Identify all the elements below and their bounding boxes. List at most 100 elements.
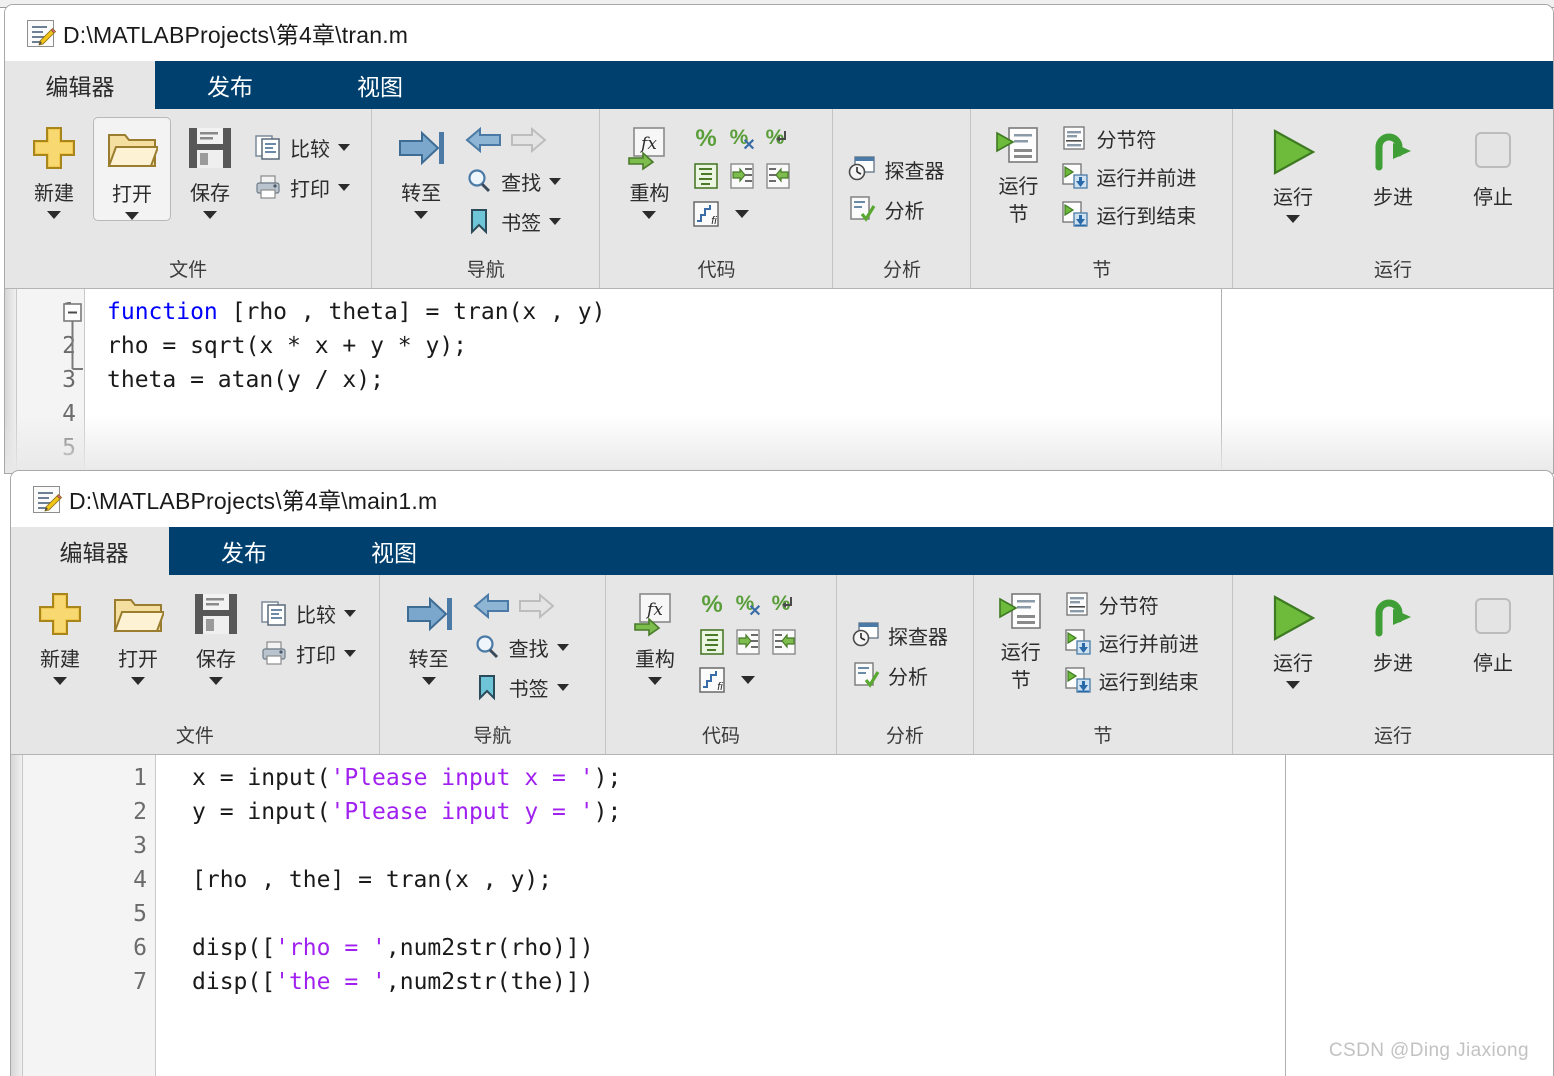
stop-button[interactable]: 停止 bbox=[1443, 587, 1543, 676]
window2-gutter[interactable]: 1 2 3 4 5 6 7 bbox=[23, 755, 156, 1076]
window1-tabstrip[interactable]: 编辑器 发布 视图 bbox=[5, 61, 1553, 109]
refactor-dropdown-caret[interactable] bbox=[642, 211, 657, 219]
tab-editor[interactable]: 编辑器 bbox=[5, 61, 155, 109]
editor-window-tran[interactable]: D:\MATLABProjects\第4章\tran.m 编辑器 发布 视图 新… bbox=[4, 4, 1554, 474]
function-hints-fi-icon[interactable]: fi bbox=[691, 199, 721, 229]
compare-dropdown-caret[interactable] bbox=[344, 609, 356, 617]
tab-view[interactable]: 视图 bbox=[319, 527, 469, 575]
open-dropdown-caret[interactable] bbox=[131, 677, 145, 685]
step-button[interactable]: 步进 bbox=[1343, 587, 1443, 676]
forward-arrow-icon bbox=[514, 589, 556, 623]
profiler-button[interactable]: 探查器 bbox=[843, 149, 948, 189]
uncomment-percent-x-icon[interactable]: % ✕ bbox=[733, 589, 763, 619]
find-dropdown-caret[interactable] bbox=[556, 643, 569, 651]
new-dropdown-caret[interactable] bbox=[53, 677, 67, 685]
indent-right-icon[interactable] bbox=[728, 162, 756, 190]
tab-editor[interactable]: 编辑器 bbox=[19, 527, 169, 575]
goto-dropdown-caret[interactable] bbox=[414, 211, 429, 219]
save-dropdown-caret[interactable] bbox=[203, 211, 217, 219]
find-dropdown-caret[interactable] bbox=[549, 177, 562, 185]
back-arrow-icon[interactable] bbox=[472, 589, 514, 623]
window2-editor[interactable]: 1 2 3 4 5 6 7 x = input('Please input x … bbox=[11, 755, 1553, 1076]
tab-publish[interactable]: 发布 bbox=[169, 527, 319, 575]
bookmark-dropdown-caret[interactable] bbox=[549, 217, 562, 225]
smart-indent-icon[interactable] bbox=[698, 628, 726, 656]
new-dropdown-caret[interactable] bbox=[47, 211, 61, 219]
goto-dropdown-caret[interactable] bbox=[421, 677, 436, 685]
run-dropdown-caret[interactable] bbox=[1286, 681, 1300, 689]
compare-dropdown-caret[interactable] bbox=[338, 143, 350, 151]
analyze-button[interactable]: 分析 bbox=[847, 655, 952, 695]
print-dropdown-caret[interactable] bbox=[338, 183, 350, 191]
bookmark-dropdown-caret[interactable] bbox=[556, 683, 569, 691]
refactor-dropdown-caret[interactable] bbox=[647, 677, 662, 685]
stop-button[interactable]: 停止 bbox=[1443, 121, 1543, 210]
print-button[interactable]: 打印 bbox=[249, 167, 354, 207]
refactor-button[interactable]: fx 重构 bbox=[616, 583, 694, 685]
section-break-button[interactable]: 分节符 bbox=[1055, 119, 1200, 157]
goto-button[interactable]: 转至 bbox=[390, 583, 468, 685]
window1-editor[interactable]: 1 2 3 4 5 function [rho , theta] = tran(… bbox=[5, 289, 1553, 473]
window2-code-area[interactable]: x = input('Please input x = '); y = inpu… bbox=[156, 755, 1285, 1076]
function-hints-fi-icon[interactable]: fi bbox=[697, 665, 727, 695]
compare-button[interactable]: 比较 bbox=[255, 593, 360, 633]
save-button[interactable]: 保存 bbox=[171, 117, 249, 219]
uncomment-percent-x-icon[interactable]: % ✕ bbox=[727, 123, 757, 153]
window2-right-pane[interactable] bbox=[1285, 755, 1553, 1076]
open-dropdown-caret[interactable] bbox=[125, 212, 139, 220]
comment-percent-icon[interactable]: % bbox=[691, 123, 721, 153]
window2-tabstrip[interactable]: 编辑器 发布 视图 bbox=[11, 527, 1553, 575]
new-button[interactable]: 新建 bbox=[21, 583, 99, 685]
window1-right-pane[interactable] bbox=[1221, 289, 1553, 473]
tab-view[interactable]: 视图 bbox=[305, 61, 455, 109]
window1-titlebar[interactable]: D:\MATLABProjects\第4章\tran.m bbox=[5, 5, 1553, 61]
step-button[interactable]: 步进 bbox=[1343, 121, 1443, 210]
smart-indent-icon[interactable] bbox=[692, 162, 720, 190]
open-button[interactable]: 打开 bbox=[99, 583, 177, 685]
window2-left-rail[interactable] bbox=[11, 755, 23, 1076]
run-and-advance-button[interactable]: 运行并前进 bbox=[1058, 623, 1203, 661]
run-dropdown-caret[interactable] bbox=[1286, 215, 1301, 223]
window1-gutter[interactable]: 1 2 3 4 5 bbox=[17, 289, 85, 473]
run-section-button[interactable]: 运行 节 bbox=[981, 117, 1055, 227]
open-button[interactable]: 打开 bbox=[93, 117, 171, 221]
run-button[interactable]: 运行 bbox=[1243, 587, 1343, 689]
find-button[interactable]: 查找 bbox=[468, 627, 573, 667]
run-to-end-button[interactable]: 运行到结束 bbox=[1055, 195, 1200, 233]
grid-dropdown-caret[interactable] bbox=[740, 676, 755, 684]
profiler-button[interactable]: 探查器 bbox=[847, 615, 952, 655]
goto-button[interactable]: 转至 bbox=[382, 117, 460, 219]
new-button[interactable]: 新建 bbox=[15, 117, 93, 219]
compare-button[interactable]: 比较 bbox=[249, 127, 354, 167]
wrap-comment-icon[interactable]: % bbox=[763, 123, 793, 153]
run-to-end-button[interactable]: 运行到结束 bbox=[1058, 661, 1203, 699]
indent-left-icon[interactable] bbox=[770, 628, 798, 656]
analyze-button[interactable]: 分析 bbox=[843, 189, 948, 229]
run-button[interactable]: 运行 bbox=[1243, 121, 1343, 223]
print-dropdown-caret[interactable] bbox=[344, 649, 356, 657]
indent-right-icon[interactable] bbox=[734, 628, 762, 656]
collapse-minus-icon[interactable] bbox=[63, 299, 85, 384]
run-section-button[interactable]: 运行 节 bbox=[984, 583, 1058, 693]
back-arrow-icon[interactable] bbox=[464, 123, 506, 157]
bookmark-button[interactable]: 书签 bbox=[468, 667, 573, 707]
print-button[interactable]: 打印 bbox=[255, 633, 360, 673]
refactor-button[interactable]: fx 重构 bbox=[610, 117, 688, 219]
comment-percent-icon[interactable]: % bbox=[697, 589, 727, 619]
section-break-button[interactable]: 分节符 bbox=[1058, 585, 1203, 623]
wrap-comment-icon[interactable]: % bbox=[769, 589, 799, 619]
bookmark-button[interactable]: 书签 bbox=[460, 201, 565, 241]
window1-code-area[interactable]: function [rho , theta] = tran(x , y) rho… bbox=[85, 289, 1221, 473]
save-button[interactable]: 保存 bbox=[177, 583, 255, 685]
save-dropdown-caret[interactable] bbox=[209, 677, 223, 685]
window1-left-rail[interactable] bbox=[5, 289, 17, 473]
editor-window-main1[interactable]: D:\MATLABProjects\第4章\main1.m 编辑器 发布 视图 bbox=[10, 470, 1554, 1076]
tab-publish[interactable]: 发布 bbox=[155, 61, 305, 109]
window2-ribbon[interactable]: 新建 打开 保存 比较 打印 文件 转至 查找 书签 导航 fx 重构 % % … bbox=[11, 575, 1553, 755]
grid-dropdown-caret[interactable] bbox=[735, 210, 750, 218]
indent-left-icon[interactable] bbox=[764, 162, 792, 190]
find-button[interactable]: 查找 bbox=[460, 161, 565, 201]
window2-titlebar[interactable]: D:\MATLABProjects\第4章\main1.m bbox=[11, 471, 1553, 527]
window1-ribbon[interactable]: 新建 打开 保存 比较 打印 文件 转至 查找 书签 导航 fx 重构 % % … bbox=[5, 109, 1553, 289]
run-and-advance-button[interactable]: 运行并前进 bbox=[1055, 157, 1200, 195]
